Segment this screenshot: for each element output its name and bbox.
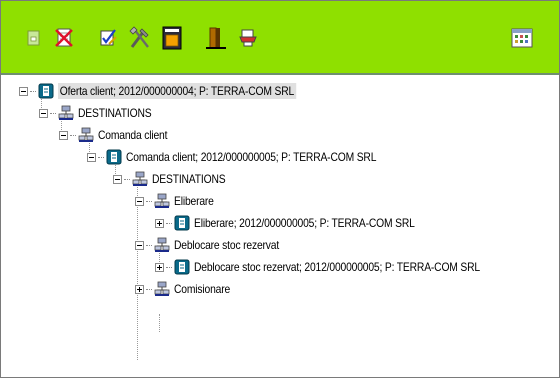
network-icon [78,127,94,142]
network-icon [58,105,74,120]
collapse-toggle[interactable] [87,152,96,162]
toolbar [1,1,559,75]
collapse-toggle[interactable] [135,240,144,250]
edit-button[interactable] [93,23,123,53]
network-icon [154,237,170,252]
application-window: Oferta client; 2012/000000004; P: TERRA-… [0,0,560,378]
window-icon [162,26,182,50]
node-label: Deblocare stoc rezervat; 2012/000000005;… [194,260,480,274]
tree-node[interactable]: Oferta client; 2012/000000004; P: TERRA-… [19,80,335,102]
node-label: DESTINATIONS [152,172,226,186]
node-label: Eliberare [174,194,214,208]
tree-node[interactable]: Deblocare stoc rezervat; 2012/000000005;… [155,256,527,278]
print-button[interactable] [233,23,263,53]
network-icon [132,171,148,186]
document-button[interactable] [19,23,49,53]
tree-node[interactable]: Comanda client [59,124,179,146]
network-icon [154,193,170,208]
document-icon [106,149,122,165]
node-label: DESTINATIONS [78,106,152,120]
tree-node[interactable]: Comanda client; 2012/000000005; P: TERRA… [87,146,417,168]
tools-button[interactable] [125,23,155,53]
node-label: Comanda client [98,128,168,142]
calendar-icon [511,28,533,48]
document-tree[interactable]: Oferta client; 2012/000000004; P: TERRA-… [1,75,559,377]
exit-door-icon [206,27,226,49]
node-label: Comanda client; 2012/000000005; P: TERRA… [126,150,377,164]
collapse-toggle[interactable] [135,196,144,206]
node-label: Comisionare [174,282,231,296]
document-icon [27,30,40,46]
print-icon [239,29,257,47]
tree-node[interactable]: Deblocare stoc rezervat [135,234,296,256]
tree-node[interactable]: Eliberare [135,190,220,212]
collapse-toggle[interactable] [59,130,68,140]
tree-node[interactable]: Comisionare [135,278,239,300]
node-label: Eliberare; 2012/000000005; P: TERRA-COM … [194,216,415,230]
node-label: Deblocare stoc rezervat [174,238,280,252]
expand-toggle[interactable] [155,262,164,272]
expand-toggle[interactable] [135,284,144,294]
document-icon [174,259,190,275]
window-button[interactable] [157,23,187,53]
exit-button[interactable] [201,23,231,53]
collapse-toggle[interactable] [113,174,122,184]
document-icon [174,215,190,231]
expand-toggle[interactable] [155,218,164,228]
network-icon [154,281,170,296]
document-icon [38,83,54,99]
calendar-button[interactable] [507,23,537,53]
edit-check-icon [100,29,117,46]
delete-document-icon [55,28,73,47]
tree-node[interactable]: Eliberare; 2012/000000005; P: TERRA-COM … [155,212,451,234]
tree-node[interactable]: DESTINATIONS [113,168,237,190]
delete-button[interactable] [49,23,79,53]
collapse-toggle[interactable] [19,86,28,96]
tree-node[interactable]: DESTINATIONS [39,102,163,124]
node-label: Oferta client; 2012/000000004; P: TERRA-… [58,83,296,99]
collapse-toggle[interactable] [39,108,48,118]
tools-icon [129,26,149,48]
